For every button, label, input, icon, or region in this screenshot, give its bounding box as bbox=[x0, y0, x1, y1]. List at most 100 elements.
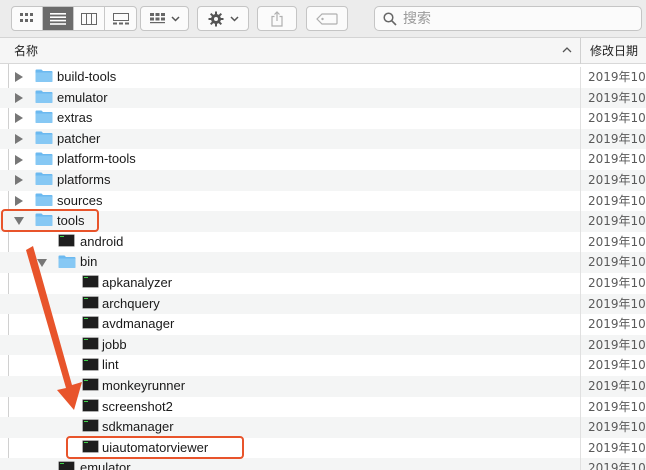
row-date: 2019年10 bbox=[588, 399, 646, 414]
column-divider bbox=[580, 334, 581, 356]
row-date: 2019年10 bbox=[588, 172, 646, 187]
file-row[interactable]: emulator 2019年10 bbox=[0, 458, 646, 470]
folder-row[interactable]: emulator 2019年10 bbox=[0, 87, 646, 109]
list-view-button[interactable] bbox=[43, 7, 74, 30]
folder-row[interactable]: tools 2019年10 bbox=[0, 211, 646, 232]
search-input[interactable] bbox=[403, 10, 623, 27]
folder-row[interactable]: bin 2019年10 bbox=[0, 252, 646, 273]
search-field[interactable] bbox=[374, 6, 642, 31]
executable-icon bbox=[82, 316, 99, 332]
tag-button[interactable] bbox=[306, 6, 348, 31]
folder-row[interactable]: build-tools 2019年10 bbox=[0, 67, 646, 88]
column-view-button[interactable] bbox=[74, 7, 105, 30]
row-name: platforms bbox=[57, 171, 111, 187]
share-icon bbox=[271, 10, 283, 27]
action-button[interactable] bbox=[197, 6, 249, 31]
column-divider bbox=[580, 437, 581, 459]
toolbar bbox=[0, 0, 646, 38]
executable-icon bbox=[82, 419, 99, 435]
gear-icon bbox=[208, 11, 223, 26]
row-date: 2019年10 bbox=[588, 461, 646, 470]
file-row[interactable]: archquery 2019年10 bbox=[0, 293, 646, 315]
folder-icon bbox=[35, 89, 53, 106]
folder-icon bbox=[35, 69, 53, 86]
date-column-header[interactable]: 修改日期 bbox=[590, 38, 638, 64]
disclosure-collapsed-icon[interactable] bbox=[13, 170, 25, 191]
disclosure-collapsed-icon[interactable] bbox=[13, 191, 25, 212]
folder-row[interactable]: extras 2019年10 bbox=[0, 108, 646, 129]
file-list: build-tools 2019年10 emulator 2019年10 extras 2… bbox=[0, 67, 646, 470]
sort-ascending-icon[interactable] bbox=[562, 45, 572, 55]
disclosure-collapsed-icon[interactable] bbox=[13, 88, 25, 109]
executable-icon bbox=[58, 460, 75, 470]
column-divider bbox=[580, 314, 581, 335]
share-button[interactable] bbox=[257, 6, 297, 31]
column-divider bbox=[580, 149, 581, 170]
row-name: avdmanager bbox=[102, 316, 175, 332]
row-date: 2019年10 bbox=[588, 358, 646, 373]
column-divider bbox=[580, 355, 581, 376]
gallery-icon bbox=[112, 12, 129, 24]
folder-row[interactable]: platforms 2019年10 bbox=[0, 169, 646, 191]
disclosure-collapsed-icon[interactable] bbox=[13, 108, 25, 129]
folder-icon bbox=[35, 151, 53, 168]
icon-view-button[interactable] bbox=[12, 7, 43, 30]
executable-icon bbox=[82, 357, 99, 374]
row-date: 2019年10 bbox=[588, 255, 646, 270]
row-date: 2019年10 bbox=[588, 152, 646, 167]
executable-icon bbox=[58, 234, 75, 250]
row-date: 2019年10 bbox=[588, 275, 646, 290]
disclosure-collapsed-icon[interactable] bbox=[13, 149, 25, 170]
column-divider bbox=[580, 293, 581, 315]
folder-icon bbox=[58, 254, 76, 271]
column-divider bbox=[580, 458, 581, 470]
file-row[interactable]: apkanalyzer 2019年10 bbox=[0, 272, 646, 294]
file-row[interactable]: monkeyrunner 2019年10 bbox=[0, 375, 646, 397]
row-date: 2019年10 bbox=[588, 337, 646, 352]
column-divider bbox=[580, 211, 581, 232]
group-icon bbox=[149, 12, 165, 23]
file-row[interactable]: screenshot2 2019年10 bbox=[0, 396, 646, 418]
grid-icon bbox=[20, 12, 33, 22]
row-name: sdkmanager bbox=[102, 419, 174, 435]
column-divider bbox=[580, 128, 581, 150]
row-name: lint bbox=[102, 357, 119, 373]
row-date: 2019年10 bbox=[588, 378, 646, 393]
row-name: emulator bbox=[57, 89, 108, 105]
gallery-view-button[interactable] bbox=[105, 7, 136, 30]
name-column-header[interactable]: 名称 bbox=[14, 38, 38, 64]
file-row[interactable]: uiautomatorviewer 2019年10 bbox=[0, 437, 646, 459]
folder-row[interactable]: patcher 2019年10 bbox=[0, 128, 646, 150]
disclosure-expanded-icon[interactable] bbox=[36, 252, 48, 273]
group-by-button[interactable] bbox=[140, 6, 189, 31]
row-date: 2019年10 bbox=[588, 131, 646, 146]
disclosure-expanded-icon[interactable] bbox=[13, 211, 25, 232]
row-date: 2019年10 bbox=[588, 317, 646, 332]
row-name: tools bbox=[57, 213, 85, 229]
executable-icon bbox=[82, 275, 99, 291]
column-divider bbox=[580, 396, 581, 418]
list-icon bbox=[50, 12, 66, 25]
row-name: bin bbox=[80, 254, 98, 270]
row-date: 2019年10 bbox=[588, 111, 646, 126]
executable-icon bbox=[82, 378, 99, 394]
tag-icon bbox=[316, 12, 338, 25]
column-divider[interactable] bbox=[580, 38, 581, 64]
disclosure-collapsed-icon[interactable] bbox=[13, 129, 25, 150]
folder-icon bbox=[35, 172, 53, 189]
row-name: screenshot2 bbox=[102, 398, 173, 414]
file-row[interactable]: avdmanager 2019年10 bbox=[0, 314, 646, 335]
folder-row[interactable]: sources 2019年10 bbox=[0, 190, 646, 212]
view-mode-segment bbox=[11, 6, 137, 31]
row-name: jobb bbox=[102, 336, 127, 352]
column-divider bbox=[580, 272, 581, 294]
column-divider bbox=[580, 375, 581, 397]
disclosure-collapsed-icon[interactable] bbox=[13, 67, 25, 88]
file-row[interactable]: android 2019年10 bbox=[0, 231, 646, 253]
folder-row[interactable]: platform-tools 2019年10 bbox=[0, 149, 646, 170]
file-row[interactable]: lint 2019年10 bbox=[0, 355, 646, 376]
file-row[interactable]: sdkmanager 2019年10 bbox=[0, 417, 646, 438]
column-divider bbox=[580, 169, 581, 191]
row-name: archquery bbox=[102, 295, 160, 311]
file-row[interactable]: jobb 2019年10 bbox=[0, 334, 646, 356]
